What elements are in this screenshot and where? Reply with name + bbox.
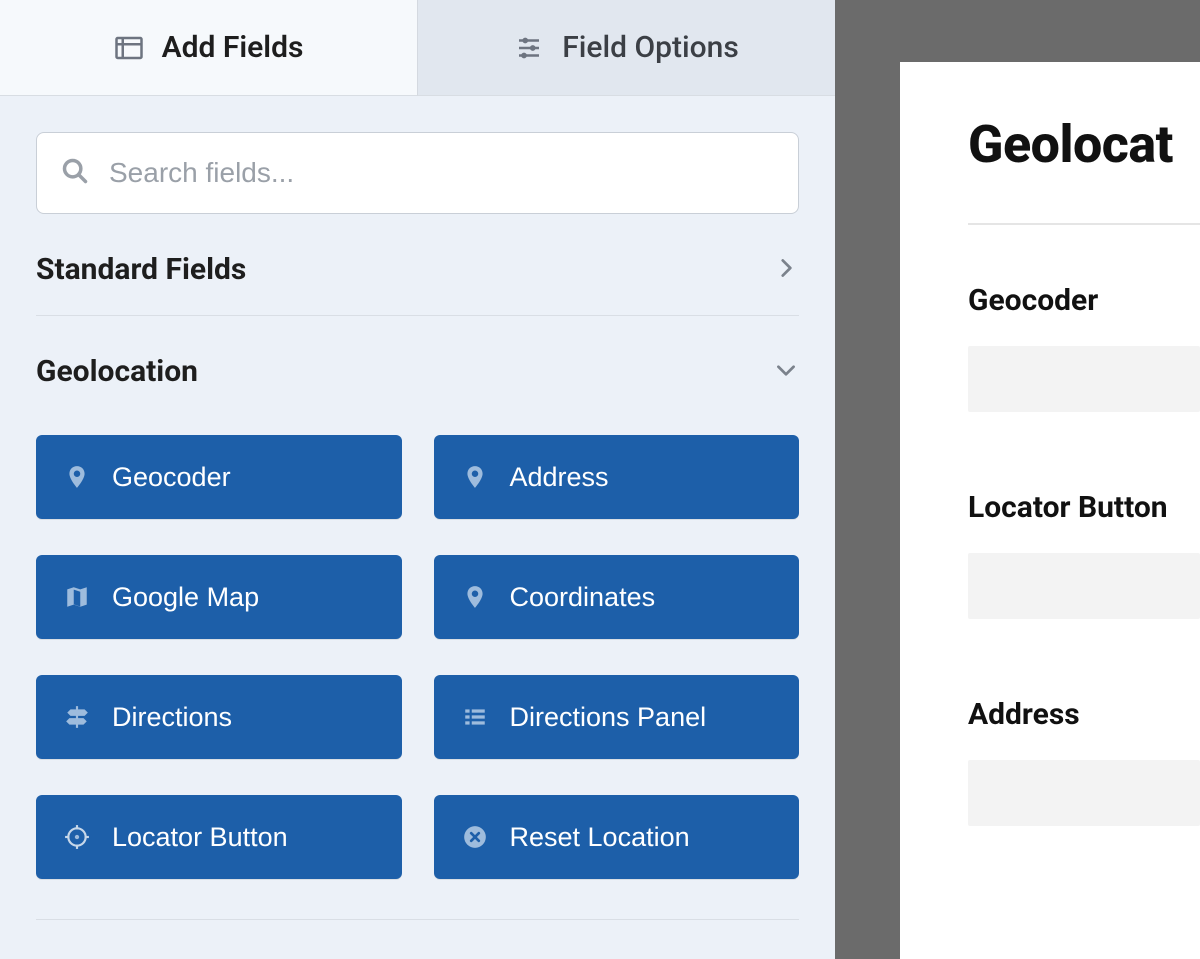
chevron-down-icon (773, 357, 799, 387)
list-icon (462, 704, 488, 730)
preview-field-address[interactable]: Address (968, 697, 1200, 826)
divider (968, 223, 1200, 225)
field-label: Reset Location (510, 822, 690, 853)
section-geolocation[interactable]: Geolocation (36, 316, 799, 407)
signpost-icon (64, 704, 90, 730)
field-directions[interactable]: Directions (36, 675, 402, 759)
tab-label: Field Options (562, 30, 739, 65)
section-title: Standard Fields (36, 252, 246, 287)
field-google-map[interactable]: Google Map (36, 555, 402, 639)
geolocation-field-grid: Geocoder Address Google Map Coordinates … (36, 407, 799, 920)
field-reset-location[interactable]: Reset Location (434, 795, 800, 879)
tab-field-options[interactable]: Field Options (417, 0, 835, 96)
field-label: Geocoder (112, 462, 231, 493)
form-title: Geolocat (968, 114, 1200, 175)
section-title: Geolocation (36, 354, 198, 389)
sliders-icon (514, 33, 544, 63)
close-circle-icon (462, 824, 488, 850)
preview-field-geocoder[interactable]: Geocoder (968, 283, 1200, 412)
search-input[interactable] (109, 157, 774, 189)
field-label: Geocoder (968, 283, 1200, 318)
text-input[interactable] (968, 553, 1200, 619)
divider-gap (835, 0, 900, 959)
search-icon (61, 157, 89, 189)
pin-icon (64, 464, 90, 490)
field-label: Address (510, 462, 609, 493)
pin-icon (462, 464, 488, 490)
preview-area: Geolocat Geocoder Locator Button Address (900, 0, 1200, 959)
field-coordinates[interactable]: Coordinates (434, 555, 800, 639)
field-directions-panel[interactable]: Directions Panel (434, 675, 800, 759)
field-label: Address (968, 697, 1200, 732)
tabs: Add Fields Field Options (0, 0, 835, 96)
chevron-right-icon (773, 255, 799, 285)
field-locator-button[interactable]: Locator Button (36, 795, 402, 879)
sidebar-body: Standard Fields Geolocation Geocoder Add… (0, 96, 835, 959)
crosshair-icon (64, 824, 90, 850)
text-input[interactable] (968, 346, 1200, 412)
tab-label: Add Fields (162, 30, 304, 65)
field-label: Coordinates (510, 582, 656, 613)
search-field[interactable] (36, 132, 799, 214)
preview-field-locator-button[interactable]: Locator Button (968, 490, 1200, 619)
sidebar: Add Fields Field Options Standard Fields… (0, 0, 835, 959)
field-label: Google Map (112, 582, 259, 613)
field-label: Directions Panel (510, 702, 707, 733)
tab-add-fields[interactable]: Add Fields (0, 0, 417, 96)
pin-icon (462, 584, 488, 610)
field-address[interactable]: Address (434, 435, 800, 519)
form-icon (114, 33, 144, 63)
section-standard-fields[interactable]: Standard Fields (36, 214, 799, 316)
field-geocoder[interactable]: Geocoder (36, 435, 402, 519)
field-label: Directions (112, 702, 232, 733)
field-label: Locator Button (112, 822, 288, 853)
text-input[interactable] (968, 760, 1200, 826)
field-label: Locator Button (968, 490, 1200, 525)
map-icon (64, 584, 90, 610)
form-preview: Geolocat Geocoder Locator Button Address (900, 62, 1200, 959)
